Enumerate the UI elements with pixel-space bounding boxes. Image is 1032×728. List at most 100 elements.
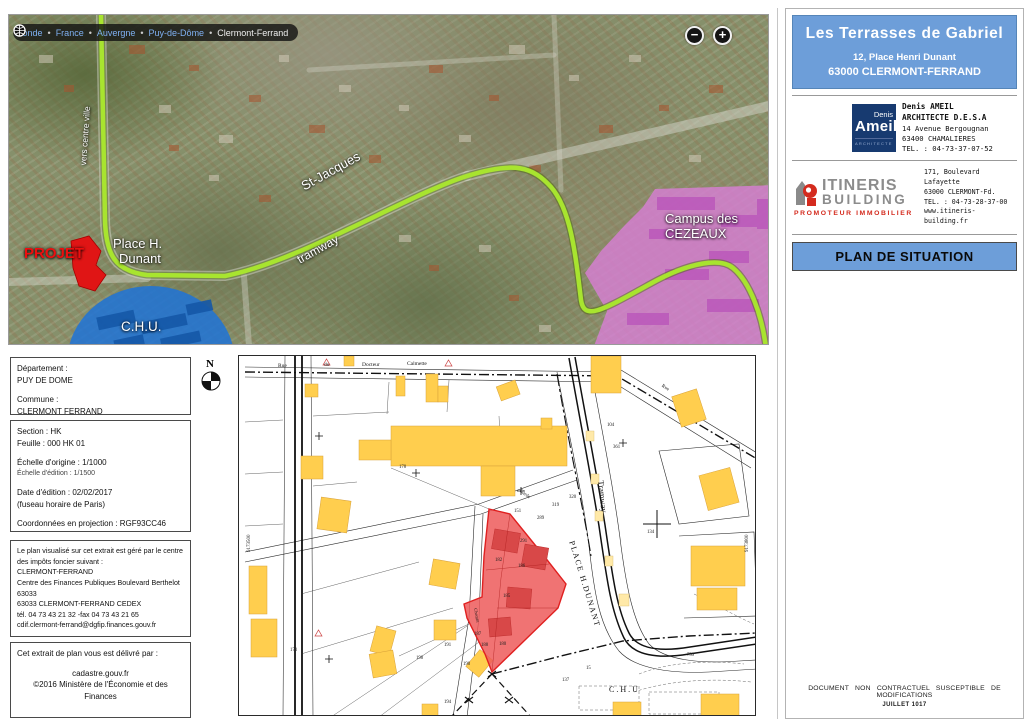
parcel-number: 289 bbox=[537, 516, 545, 521]
place-h-dunant-label: Place H. bbox=[113, 236, 163, 251]
street-label-du: du bbox=[324, 362, 330, 368]
info-line: Centre des Finances Publiques Boulevard … bbox=[17, 578, 180, 587]
info-line bbox=[17, 510, 184, 518]
contact-line: 14 Avenue Bergougnan bbox=[902, 123, 989, 133]
parcel-number: 180 bbox=[499, 642, 507, 647]
parcel-number: 15 bbox=[586, 666, 591, 671]
plan-type-label: PLAN DE SITUATION bbox=[792, 242, 1017, 272]
parcel-number: 361 bbox=[613, 445, 621, 450]
title-block-panel: Les Terrasses de Gabriel 12, Place Henri… bbox=[785, 8, 1024, 719]
project-title-box: Les Terrasses de Gabriel 12, Place Henri… bbox=[792, 15, 1017, 89]
footer-disclaimer: DOCUMENT NON CONTRACTUEL SUSCEPTIBLE DE … bbox=[808, 685, 1001, 699]
parcel-number: 182 bbox=[495, 558, 503, 563]
north-compass: N bbox=[198, 356, 224, 399]
contact-line: 63400 CHAMALIERES bbox=[902, 134, 976, 144]
contact-line: 63000 CLERMONT-Fd. bbox=[924, 187, 996, 196]
breadcrumb-separator: • bbox=[140, 27, 144, 38]
grid-coordinate-right: 9173800 bbox=[745, 534, 750, 553]
info-line bbox=[17, 386, 184, 394]
parcel-number: 187 bbox=[474, 632, 482, 637]
info-line: PUY DE DOME bbox=[17, 375, 73, 385]
contact-line: Denis AMEIL bbox=[902, 102, 954, 111]
aerial-map-graphics bbox=[9, 15, 768, 344]
zoom-in-button[interactable]: + bbox=[713, 26, 732, 45]
parcel-number: 198 bbox=[416, 656, 424, 661]
project-title: Les Terrasses de Gabriel bbox=[805, 25, 1004, 42]
cadastral-plan-graphics bbox=[244, 356, 755, 715]
info-line: des impôts foncier suivant : bbox=[17, 557, 103, 566]
info-line: Date d'édition : 02/02/2017 bbox=[17, 487, 113, 497]
grid-coordinate-left: 9173500 bbox=[247, 534, 252, 553]
info-line: CLERMONT-FERRAND bbox=[17, 568, 94, 577]
delivrance-box: Cet extrait de plan vous est délivré par… bbox=[10, 642, 191, 718]
parcel-number: 178 bbox=[399, 465, 407, 470]
breadcrumb: Monde • France • Auvergne • Puy-de-Dôme • Clermo… bbox=[13, 24, 299, 41]
info-line: Échelle d'origine : 1/1000 bbox=[17, 458, 107, 468]
info-line: Commune : bbox=[17, 395, 59, 405]
globe-icon bbox=[13, 24, 26, 37]
project-city: 63000 CLERMONT-FERRAND bbox=[828, 66, 981, 78]
parcel-number: 186 bbox=[518, 564, 526, 569]
street-label-rue: Rue bbox=[278, 363, 287, 369]
project-address: 12, Place Henri Dunant bbox=[853, 52, 956, 63]
breadcrumb-item-clermont-ferrand: Clermont-Ferrand bbox=[217, 27, 289, 38]
parcel-number: 194 bbox=[444, 700, 452, 705]
architect-logo: Denis Ameil ARCHITECTE bbox=[852, 103, 898, 152]
breadcrumb-item-france[interactable]: France bbox=[56, 28, 84, 38]
info-line: 63033 CLERMONT-FERRAND CEDEX bbox=[17, 600, 142, 609]
breadcrumb-separator: • bbox=[47, 27, 51, 38]
info-line: CLERMONT FERRAND bbox=[17, 406, 103, 416]
architect-logo-caption: ARCHITECTE bbox=[855, 137, 893, 146]
info-line: 63033 bbox=[17, 589, 37, 598]
parcel-number: 191 bbox=[444, 643, 452, 648]
breadcrumb-item-puy-de-d-me[interactable]: Puy-de-Dôme bbox=[149, 28, 205, 38]
promoter-name2: BUILDING bbox=[822, 191, 908, 207]
campus-cezeaux-label-2: CEZEAUX bbox=[665, 226, 727, 241]
centre-impots-box: Le plan visualisé sur cet extrait est gé… bbox=[10, 540, 191, 637]
architect-details: Denis AMEIL ARCHITECTE D.E.S.A 14 Avenue B… bbox=[902, 101, 993, 155]
parcel-number: 319 bbox=[552, 503, 560, 508]
contact-line: www.itineris-building.fr bbox=[924, 207, 976, 226]
promoter-details: 171, Boulevard Lafayette 63000 CLERMONT-F… bbox=[924, 168, 1015, 227]
info-line: tél. 04 73 43 21 32 -fax 04 73 43 21 65 bbox=[17, 610, 139, 619]
parcel-number: 151 bbox=[514, 509, 522, 514]
zoom-out-button[interactable]: − bbox=[685, 26, 704, 45]
street-label-calmette: Calmette bbox=[407, 361, 427, 367]
parcel-number: 291 bbox=[520, 539, 528, 544]
architect-logo-last: Ameil bbox=[855, 117, 898, 135]
chu-zone-label: C.H.U. bbox=[121, 319, 162, 334]
section-echelle-box: Section : HK Feuille : 000 HK 01 Échelle d… bbox=[10, 420, 191, 532]
promoter-tagline: PROMOTEUR IMMOBILIER bbox=[794, 209, 913, 217]
info-line: Section : HK bbox=[17, 427, 62, 436]
info-line: Coordonnées en projection : RGF93CC46 bbox=[17, 519, 166, 529]
parcel-number: 190 bbox=[463, 662, 471, 667]
info-line: Échelle d'édition : 1/1500 bbox=[17, 469, 96, 477]
parcel-number: 173 bbox=[290, 648, 298, 653]
itineris-logo-icon bbox=[796, 180, 817, 206]
departement-commune-box: Département : PUY DE DOME Commune : CLERMON… bbox=[10, 357, 191, 416]
chu-plan-label: C.H.U bbox=[609, 685, 640, 694]
promoter-block: ITINERIS BUILDING PROMOTEUR IMMOBILIER 1… bbox=[792, 161, 1017, 236]
north-label: N bbox=[206, 358, 214, 370]
document-footer: DOCUMENT NON CONTRACTUEL SUSCEPTIBLE DE … bbox=[792, 685, 1017, 708]
parcel-number: 104 bbox=[607, 423, 615, 428]
aerial-map-panel[interactable]: vers centre ville St-Jacques tramway Place … bbox=[8, 14, 769, 345]
contact-line: ARCHITECTE D.E.S.A bbox=[902, 113, 987, 123]
contact-line: TEL. : 04-73-28-37-00 bbox=[924, 197, 1008, 206]
breadcrumb-item-auvergne[interactable]: Auvergne bbox=[97, 28, 136, 38]
promoter-logo: ITINERIS BUILDING PROMOTEUR IMMOBILIER bbox=[794, 178, 916, 217]
info-line bbox=[17, 660, 184, 668]
parcel-number: 320 bbox=[569, 495, 577, 500]
tramway-track-label: Tramway bbox=[596, 479, 610, 514]
info-line bbox=[17, 479, 184, 487]
parcel-number: 185 bbox=[503, 594, 511, 599]
street-label-docteur: Docteur bbox=[362, 362, 380, 368]
breadcrumb-separator: • bbox=[209, 27, 213, 38]
chu-zone-overlay bbox=[69, 286, 233, 344]
info-line: Feuille : 000 HK 01 bbox=[17, 438, 86, 448]
info-line: cadastre.gouv.fr bbox=[72, 668, 129, 678]
info-line: cdif.clermont-ferrand@dgfip.finances.gou… bbox=[17, 621, 157, 630]
parcel-number: 137 bbox=[562, 678, 570, 683]
projet-label: PROJET bbox=[24, 245, 85, 262]
info-line: Cet extrait de plan vous est délivré par… bbox=[17, 649, 158, 658]
